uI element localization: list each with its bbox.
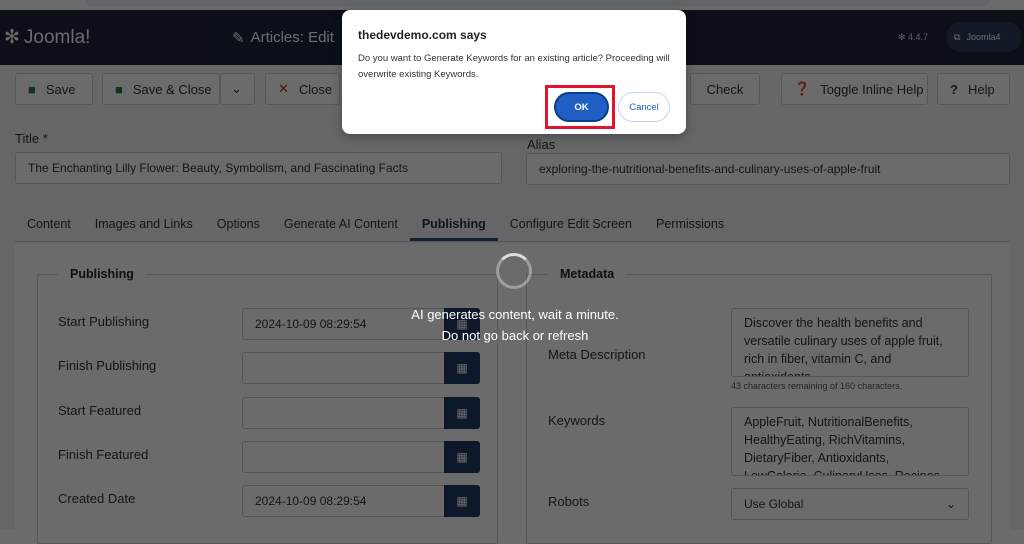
dialog-title: thedevdemo.com says — [358, 28, 487, 42]
meta-description-textarea[interactable]: Discover the health benefits and versati… — [731, 308, 969, 377]
start-publishing-label: Start Publishing — [58, 314, 150, 329]
tab-generate-ai-content[interactable]: Generate AI Content — [272, 208, 410, 241]
finish-publishing-label: Finish Publishing — [58, 358, 157, 373]
chevron-down-icon: ⌄ — [945, 497, 956, 511]
alias-input[interactable]: exploring-the-nutritional-benefits-and-c… — [526, 153, 1010, 185]
browser-bar — [0, 0, 1024, 10]
help-button[interactable]: ? Help — [937, 73, 1010, 105]
loading-spinner-icon — [496, 253, 532, 289]
tab-options[interactable]: Options — [205, 208, 272, 241]
save-icon: ■ — [28, 81, 36, 97]
keywords-textarea[interactable]: AppleFruit, NutritionalBenefits, Healthy… — [731, 407, 969, 476]
meta-description-hint: 43 characters remaining of 160 character… — [731, 381, 903, 391]
tab-publishing[interactable]: Publishing — [409, 208, 498, 241]
tab-permissions[interactable]: Permissions — [644, 208, 736, 241]
title-label: Title * — [15, 131, 48, 146]
calendar-icon[interactable]: ▦ — [444, 352, 480, 384]
user-button-label: Joomla4 — [966, 32, 1001, 42]
finish-featured-label: Finish Featured — [58, 447, 149, 462]
metadata-legend: Metadata — [548, 267, 627, 281]
robots-select[interactable]: Use Global ⌄ — [731, 488, 969, 520]
publishing-legend: Publishing — [58, 267, 146, 281]
joomla-icon: ✻ — [4, 27, 20, 48]
close-button[interactable]: ✕ Close — [265, 73, 340, 105]
chevron-down-icon: ⌄ — [231, 81, 242, 96]
help-label: Help — [967, 81, 995, 97]
close-icon: ✕ — [278, 81, 289, 96]
save-close-label: Save & Close — [132, 81, 212, 97]
calendar-icon[interactable]: ▦ — [444, 441, 480, 473]
user-button[interactable]: ⧉ Joomla4 — [946, 22, 1022, 52]
version-text: 4.4.7 — [908, 32, 929, 42]
keywords-label: Keywords — [548, 413, 606, 428]
cancel-button[interactable]: Cancel — [618, 92, 670, 122]
toggle-inline-help-button[interactable]: ❓ Toggle Inline Help — [781, 73, 928, 105]
calendar-icon[interactable]: ▦ — [444, 397, 480, 429]
tab-configure-edit-screen[interactable]: Configure Edit Screen — [498, 208, 644, 241]
question-circle-icon: ❓ — [794, 81, 811, 96]
pencil-icon: ✎ — [232, 29, 245, 47]
robots-label: Robots — [548, 494, 590, 509]
alias-label: Alias — [527, 137, 556, 152]
page-title-text: Articles: Edit — [250, 29, 334, 46]
tab-content[interactable]: Content — [15, 208, 83, 241]
title-input[interactable]: The Enchanting Lilly Flower: Beauty, Sym… — [15, 152, 502, 184]
save-icon: ■ — [115, 81, 123, 97]
ok-button[interactable]: OK — [554, 92, 609, 122]
check-label: Check — [706, 81, 744, 97]
version: ✻ 4.4.7 — [898, 32, 929, 42]
save-close-button[interactable]: ■ Save & Close — [102, 73, 220, 105]
joomla-logo[interactable]: ✻ Joomla! — [0, 10, 212, 65]
tab-bar: Content Images and Links Options Generat… — [15, 208, 1010, 242]
save-button[interactable]: ■ Save — [15, 73, 93, 105]
robots-value: Use Global — [744, 497, 804, 511]
calendar-icon[interactable]: ▦ — [444, 308, 480, 340]
external-link-icon: ⧉ — [954, 31, 961, 42]
save-dropdown-button[interactable]: ⌄ — [220, 73, 255, 105]
tab-images-links[interactable]: Images and Links — [83, 208, 205, 241]
logo-text: Joomla! — [23, 26, 91, 48]
toggle-help-label: Toggle Inline Help — [820, 81, 924, 97]
check-button[interactable]: Check — [690, 73, 760, 105]
close-label: Close — [298, 81, 333, 97]
confirm-dialog: thedevdemo.com says Do you want to Gener… — [342, 10, 686, 134]
created-date-label: Created Date — [58, 491, 136, 506]
question-icon: ? — [950, 81, 958, 97]
page-title: ✎ Articles: Edit — [212, 10, 340, 65]
dialog-message: Do you want to Generate Keywords for an … — [358, 53, 670, 80]
save-label: Save — [45, 81, 76, 97]
start-featured-label: Start Featured — [58, 403, 142, 418]
address-bar[interactable] — [85, 0, 990, 6]
calendar-icon[interactable]: ▦ — [444, 485, 480, 517]
meta-description-label: Meta Description — [548, 347, 646, 362]
